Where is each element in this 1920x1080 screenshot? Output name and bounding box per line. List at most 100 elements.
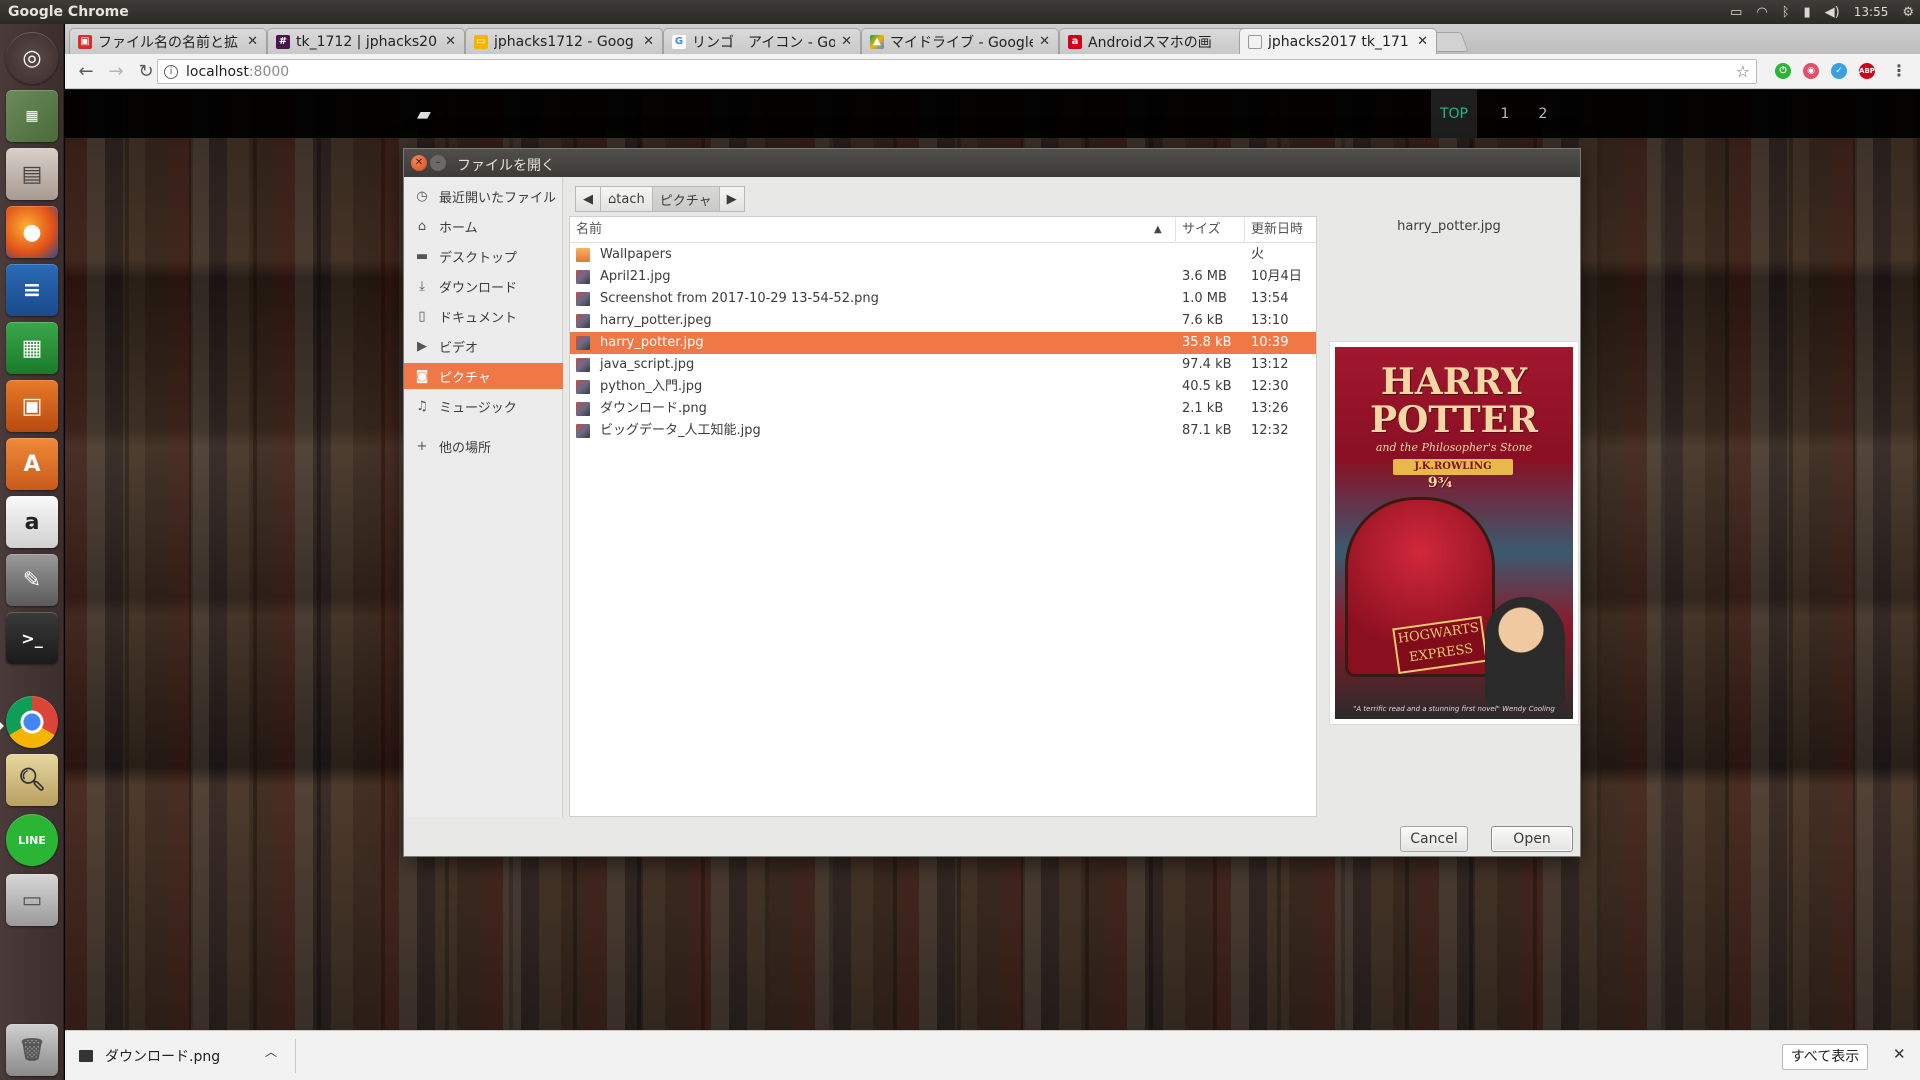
- path-segment-home[interactable]: ⌂ tach: [601, 186, 653, 212]
- close-icon[interactable]: ✕: [247, 34, 258, 49]
- sidebar-item-home[interactable]: ⌂ ホーム: [404, 213, 563, 239]
- file-name: harry_potter.jpg: [600, 335, 704, 350]
- adblock-icon[interactable]: ABP: [1859, 63, 1875, 79]
- file-row[interactable]: Screenshot from 2017-10-29 13-54-52.png 1…: [570, 288, 1316, 310]
- close-icon[interactable]: ✕: [1039, 34, 1050, 49]
- image-viewer-icon[interactable]: 🔍︎: [6, 754, 58, 806]
- site-nav-2[interactable]: 2: [1520, 90, 1566, 138]
- file-row[interactable]: python_入門.jpg 40.5 kB 12:30: [570, 376, 1316, 398]
- preview-filename: harry_potter.jpg: [1397, 219, 1501, 234]
- chevron-right-icon: ▶: [726, 191, 737, 207]
- browser-tab[interactable]: a Androidスマホの画 ✕: [1059, 28, 1257, 54]
- close-icon[interactable]: ✕: [411, 155, 427, 171]
- keyboard-icon[interactable]: ▭: [1730, 5, 1742, 20]
- dash-icon[interactable]: ◎: [6, 32, 58, 84]
- show-all-downloads-button[interactable]: すべて表示: [1782, 1044, 1868, 1070]
- bookmark-star-icon[interactable]: ☆: [1736, 62, 1750, 81]
- extension-icon[interactable]: ⏻: [1775, 63, 1791, 79]
- impress-icon[interactable]: ▣: [6, 380, 58, 432]
- path-segment-current[interactable]: ピクチャ: [652, 186, 720, 212]
- image-icon: [576, 314, 590, 328]
- workspace-icon[interactable]: ▦: [6, 90, 58, 142]
- sidebar-item-recent[interactable]: ◷ 最近開いたファイル: [404, 183, 563, 209]
- bluetooth-icon[interactable]: ᛒ: [1782, 5, 1790, 20]
- close-icon[interactable]: ✕: [841, 34, 852, 49]
- file-row[interactable]: ビッグデータ_人工知能.jpg 87.1 kB 12:32: [570, 420, 1316, 442]
- site-nav-top[interactable]: TOP: [1431, 90, 1477, 138]
- sidebar-item-desktop[interactable]: ▬ デスクトップ: [404, 243, 563, 269]
- cancel-button[interactable]: Cancel: [1400, 826, 1468, 852]
- trash-icon[interactable]: 🗑︎: [6, 1024, 58, 1076]
- path-forward-button[interactable]: ▶: [719, 186, 745, 212]
- tab-favicon: ▣: [78, 34, 92, 49]
- minimize-icon[interactable]: –: [430, 155, 446, 171]
- writer-icon[interactable]: ≡: [6, 264, 58, 316]
- back-arrow-icon[interactable]: ←: [73, 58, 99, 84]
- close-icon[interactable]: ✕: [1417, 34, 1428, 49]
- file-row[interactable]: java_script.jpg 97.4 kB 13:12: [570, 354, 1316, 376]
- file-modified: 火: [1251, 247, 1265, 262]
- google-icon: G: [672, 34, 686, 49]
- plus-icon: +: [416, 438, 428, 454]
- browser-tab[interactable]: ▲ マイドライブ - Google ✕: [861, 28, 1059, 54]
- file-row[interactable]: ダウンロード.png 2.1 kB 13:26: [570, 398, 1316, 420]
- file-row-selected[interactable]: harry_potter.jpg 35.8 kB 10:39: [570, 332, 1316, 354]
- info-icon[interactable]: i: [164, 64, 178, 79]
- gear-icon[interactable]: ⚙: [1902, 5, 1914, 20]
- sidebar-item-documents[interactable]: ▯ ドキュメント: [404, 303, 563, 329]
- column-header-size[interactable]: サイズ: [1176, 217, 1245, 243]
- extension-icon[interactable]: ✓: [1831, 63, 1847, 79]
- book-icon[interactable]: ▰: [417, 104, 431, 125]
- extension-icon[interactable]: ◉: [1803, 63, 1819, 79]
- sidebar-item-pictures[interactable]: ◙ ピクチャ: [404, 363, 563, 389]
- close-icon[interactable]: ✕: [1893, 1045, 1906, 1063]
- browser-tab[interactable]: ▭ jphacks1712 - Goog ✕: [465, 28, 663, 54]
- running-indicator: [0, 722, 4, 730]
- battery-icon[interactable]: ▮: [1804, 5, 1811, 20]
- column-header-modified[interactable]: 更新日時: [1245, 217, 1316, 243]
- file-row[interactable]: harry_potter.jpeg 7.6 kB 13:10: [570, 310, 1316, 332]
- drive-icon[interactable]: ▭: [6, 874, 58, 926]
- browser-tab-active[interactable]: jphacks2017 tk_171 ✕: [1239, 28, 1437, 54]
- sidebar-item-music[interactable]: ♫ ミュージック: [404, 393, 563, 419]
- calc-icon[interactable]: ▦: [6, 322, 58, 374]
- volume-icon[interactable]: ◀): [1825, 5, 1840, 20]
- active-app-title: Google Chrome: [8, 4, 129, 20]
- file-row[interactable]: Wallpapers 火: [570, 244, 1316, 266]
- files-icon[interactable]: ▤: [6, 148, 58, 200]
- dialog-titlebar[interactable]: ✕ – ファイルを開く: [404, 149, 1580, 177]
- address-bar[interactable]: i localhost:8000 ☆: [157, 59, 1757, 84]
- firefox-icon[interactable]: ●: [6, 206, 58, 258]
- tab-title: マイドライブ - Google: [890, 34, 1034, 51]
- file-size: 97.4 kB: [1182, 357, 1232, 372]
- path-back-button[interactable]: ◀: [575, 186, 601, 212]
- sidebar-item-other-locations[interactable]: + 他の場所: [404, 433, 563, 459]
- unity-launcher: ◎ ▦ ▤ ● ≡ ▦ ▣ A a ✎ >_ 🔍︎ LINE ▭ 🗑︎: [0, 24, 64, 1080]
- column-header-name[interactable]: 名前: [570, 217, 1176, 243]
- clock[interactable]: 13:55: [1854, 5, 1889, 19]
- wifi-icon[interactable]: ◠: [1756, 5, 1767, 20]
- browser-tab[interactable]: G リンゴ アイコン - Go ✕: [663, 28, 861, 54]
- terminal-icon[interactable]: >_: [6, 612, 58, 664]
- settings-icon[interactable]: ✎: [6, 554, 58, 606]
- file-modified: 13:54: [1251, 291, 1289, 306]
- sidebar-item-videos[interactable]: ▶ ビデオ: [404, 333, 563, 359]
- reload-icon[interactable]: ↻: [133, 58, 159, 84]
- download-item[interactable]: ダウンロード.png: [79, 1041, 220, 1071]
- forward-arrow-icon[interactable]: →: [103, 58, 129, 84]
- menu-icon[interactable]: ⋮: [1891, 63, 1907, 79]
- sidebar-item-downloads[interactable]: ⤓ ダウンロード: [404, 273, 563, 299]
- software-center-icon[interactable]: A: [6, 438, 58, 490]
- chrome-icon[interactable]: [6, 696, 58, 748]
- tab-favicon: ▭: [474, 34, 488, 49]
- chevron-up-icon[interactable]: ︿: [265, 1043, 277, 1060]
- browser-tab[interactable]: # tk_1712 | jphacks20 ✕: [267, 28, 465, 54]
- file-row[interactable]: April21.jpg 3.6 MB 10月4日: [570, 266, 1316, 288]
- close-icon[interactable]: ✕: [445, 34, 456, 49]
- site-navbar: ▰ TOP 1 2: [65, 90, 1920, 138]
- close-icon[interactable]: ✕: [643, 34, 654, 49]
- amazon-icon[interactable]: a: [6, 496, 58, 548]
- line-icon[interactable]: LINE: [6, 814, 58, 866]
- browser-tab[interactable]: ▣ ファイル名の名前と拡 ✕: [69, 28, 267, 54]
- open-button[interactable]: Open: [1491, 826, 1573, 852]
